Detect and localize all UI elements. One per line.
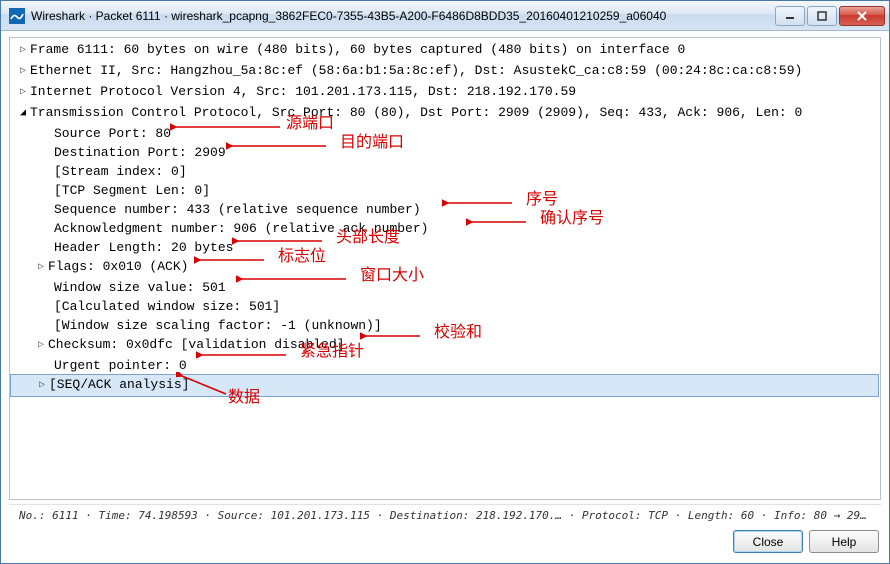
button-label: Close [753,535,784,549]
tree-label: Window size value: 501 [54,280,226,295]
tree-label: [TCP Segment Len: 0] [54,183,210,198]
wireshark-icon [9,8,25,24]
status-bar: No.: 6111 · Time: 74.198593 · Source: 10… [9,504,881,524]
tree-label: [Stream index: 0] [54,164,187,179]
close-window-button[interactable] [839,6,885,26]
tree-seqack[interactable]: ▷[SEQ/ACK analysis] [10,374,879,397]
tree-flags[interactable]: ▷Flags: 0x010 (ACK) [10,257,880,278]
window-title: Wireshark · Packet 6111 · wireshark_pcap… [31,9,773,23]
tree-frame[interactable]: ▷Frame 6111: 60 bytes on wire (480 bits)… [10,40,880,61]
caret-right-icon[interactable]: ▷ [18,83,28,102]
tree-tcp[interactable]: ◢Transmission Control Protocol, Src Port… [10,103,880,124]
tree-label: Source Port: 80 [54,126,171,141]
tree-label: Flags: 0x010 (ACK) [48,259,188,274]
tree-ip[interactable]: ▷Internet Protocol Version 4, Src: 101.2… [10,82,880,103]
maximize-button[interactable] [807,6,837,26]
tree-label: Checksum: 0x0dfc [validation disabled] [48,337,344,352]
tree-checksum[interactable]: ▷Checksum: 0x0dfc [validation disabled] [10,335,880,356]
help-button[interactable]: Help [809,530,879,553]
minimize-button[interactable] [775,6,805,26]
tree-label: Header Length: 20 bytes [54,240,233,255]
caret-right-icon[interactable]: ▷ [18,62,28,81]
packet-tree[interactable]: ▷Frame 6111: 60 bytes on wire (480 bits)… [9,37,881,500]
dialog-buttons: Close Help [1,524,889,563]
tree-label: [Calculated window size: 501] [54,299,280,314]
caret-right-icon[interactable]: ▷ [36,336,46,355]
caret-down-icon[interactable]: ◢ [18,104,28,123]
tree-label: Ethernet II, Src: Hangzhou_5a:8c:ef (58:… [30,63,802,78]
tree-urgent[interactable]: Urgent pointer: 0 [10,356,880,375]
packet-window: Wireshark · Packet 6111 · wireshark_pcap… [0,0,890,564]
tree-label: Urgent pointer: 0 [54,358,187,373]
tree-stream-index[interactable]: [Stream index: 0] [10,162,880,181]
button-label: Help [832,535,857,549]
tree-label: Internet Protocol Version 4, Src: 101.20… [30,84,576,99]
tree-ethernet[interactable]: ▷Ethernet II, Src: Hangzhou_5a:8c:ef (58… [10,61,880,82]
tree-seg-len[interactable]: [TCP Segment Len: 0] [10,181,880,200]
tree-label: [Window size scaling factor: -1 (unknown… [54,318,382,333]
tree-src-port[interactable]: Source Port: 80 [10,124,880,143]
caret-right-icon[interactable]: ▷ [36,258,46,277]
tree-label: Sequence number: 433 (relative sequence … [54,202,421,217]
tree-label: Acknowledgment number: 906 (relative ack… [54,221,428,236]
caret-right-icon[interactable]: ▷ [18,41,28,60]
tree-label: Transmission Control Protocol, Src Port:… [30,105,802,120]
tree-scaling[interactable]: [Window size scaling factor: -1 (unknown… [10,316,880,335]
tree-label: Frame 6111: 60 bytes on wire (480 bits),… [30,42,685,57]
tree-calc-win[interactable]: [Calculated window size: 501] [10,297,880,316]
tree-label: Destination Port: 2909 [54,145,226,160]
tree-hdr-len[interactable]: Header Length: 20 bytes [10,238,880,257]
close-button[interactable]: Close [733,530,803,553]
tree-win[interactable]: Window size value: 501 [10,278,880,297]
titlebar: Wireshark · Packet 6111 · wireshark_pcap… [1,1,889,31]
tree-label: [SEQ/ACK analysis] [49,377,189,392]
tree-seq[interactable]: Sequence number: 433 (relative sequence … [10,200,880,219]
caret-right-icon[interactable]: ▷ [37,376,47,395]
tree-ack[interactable]: Acknowledgment number: 906 (relative ack… [10,219,880,238]
window-controls [773,6,885,26]
tree-dst-port[interactable]: Destination Port: 2909 [10,143,880,162]
